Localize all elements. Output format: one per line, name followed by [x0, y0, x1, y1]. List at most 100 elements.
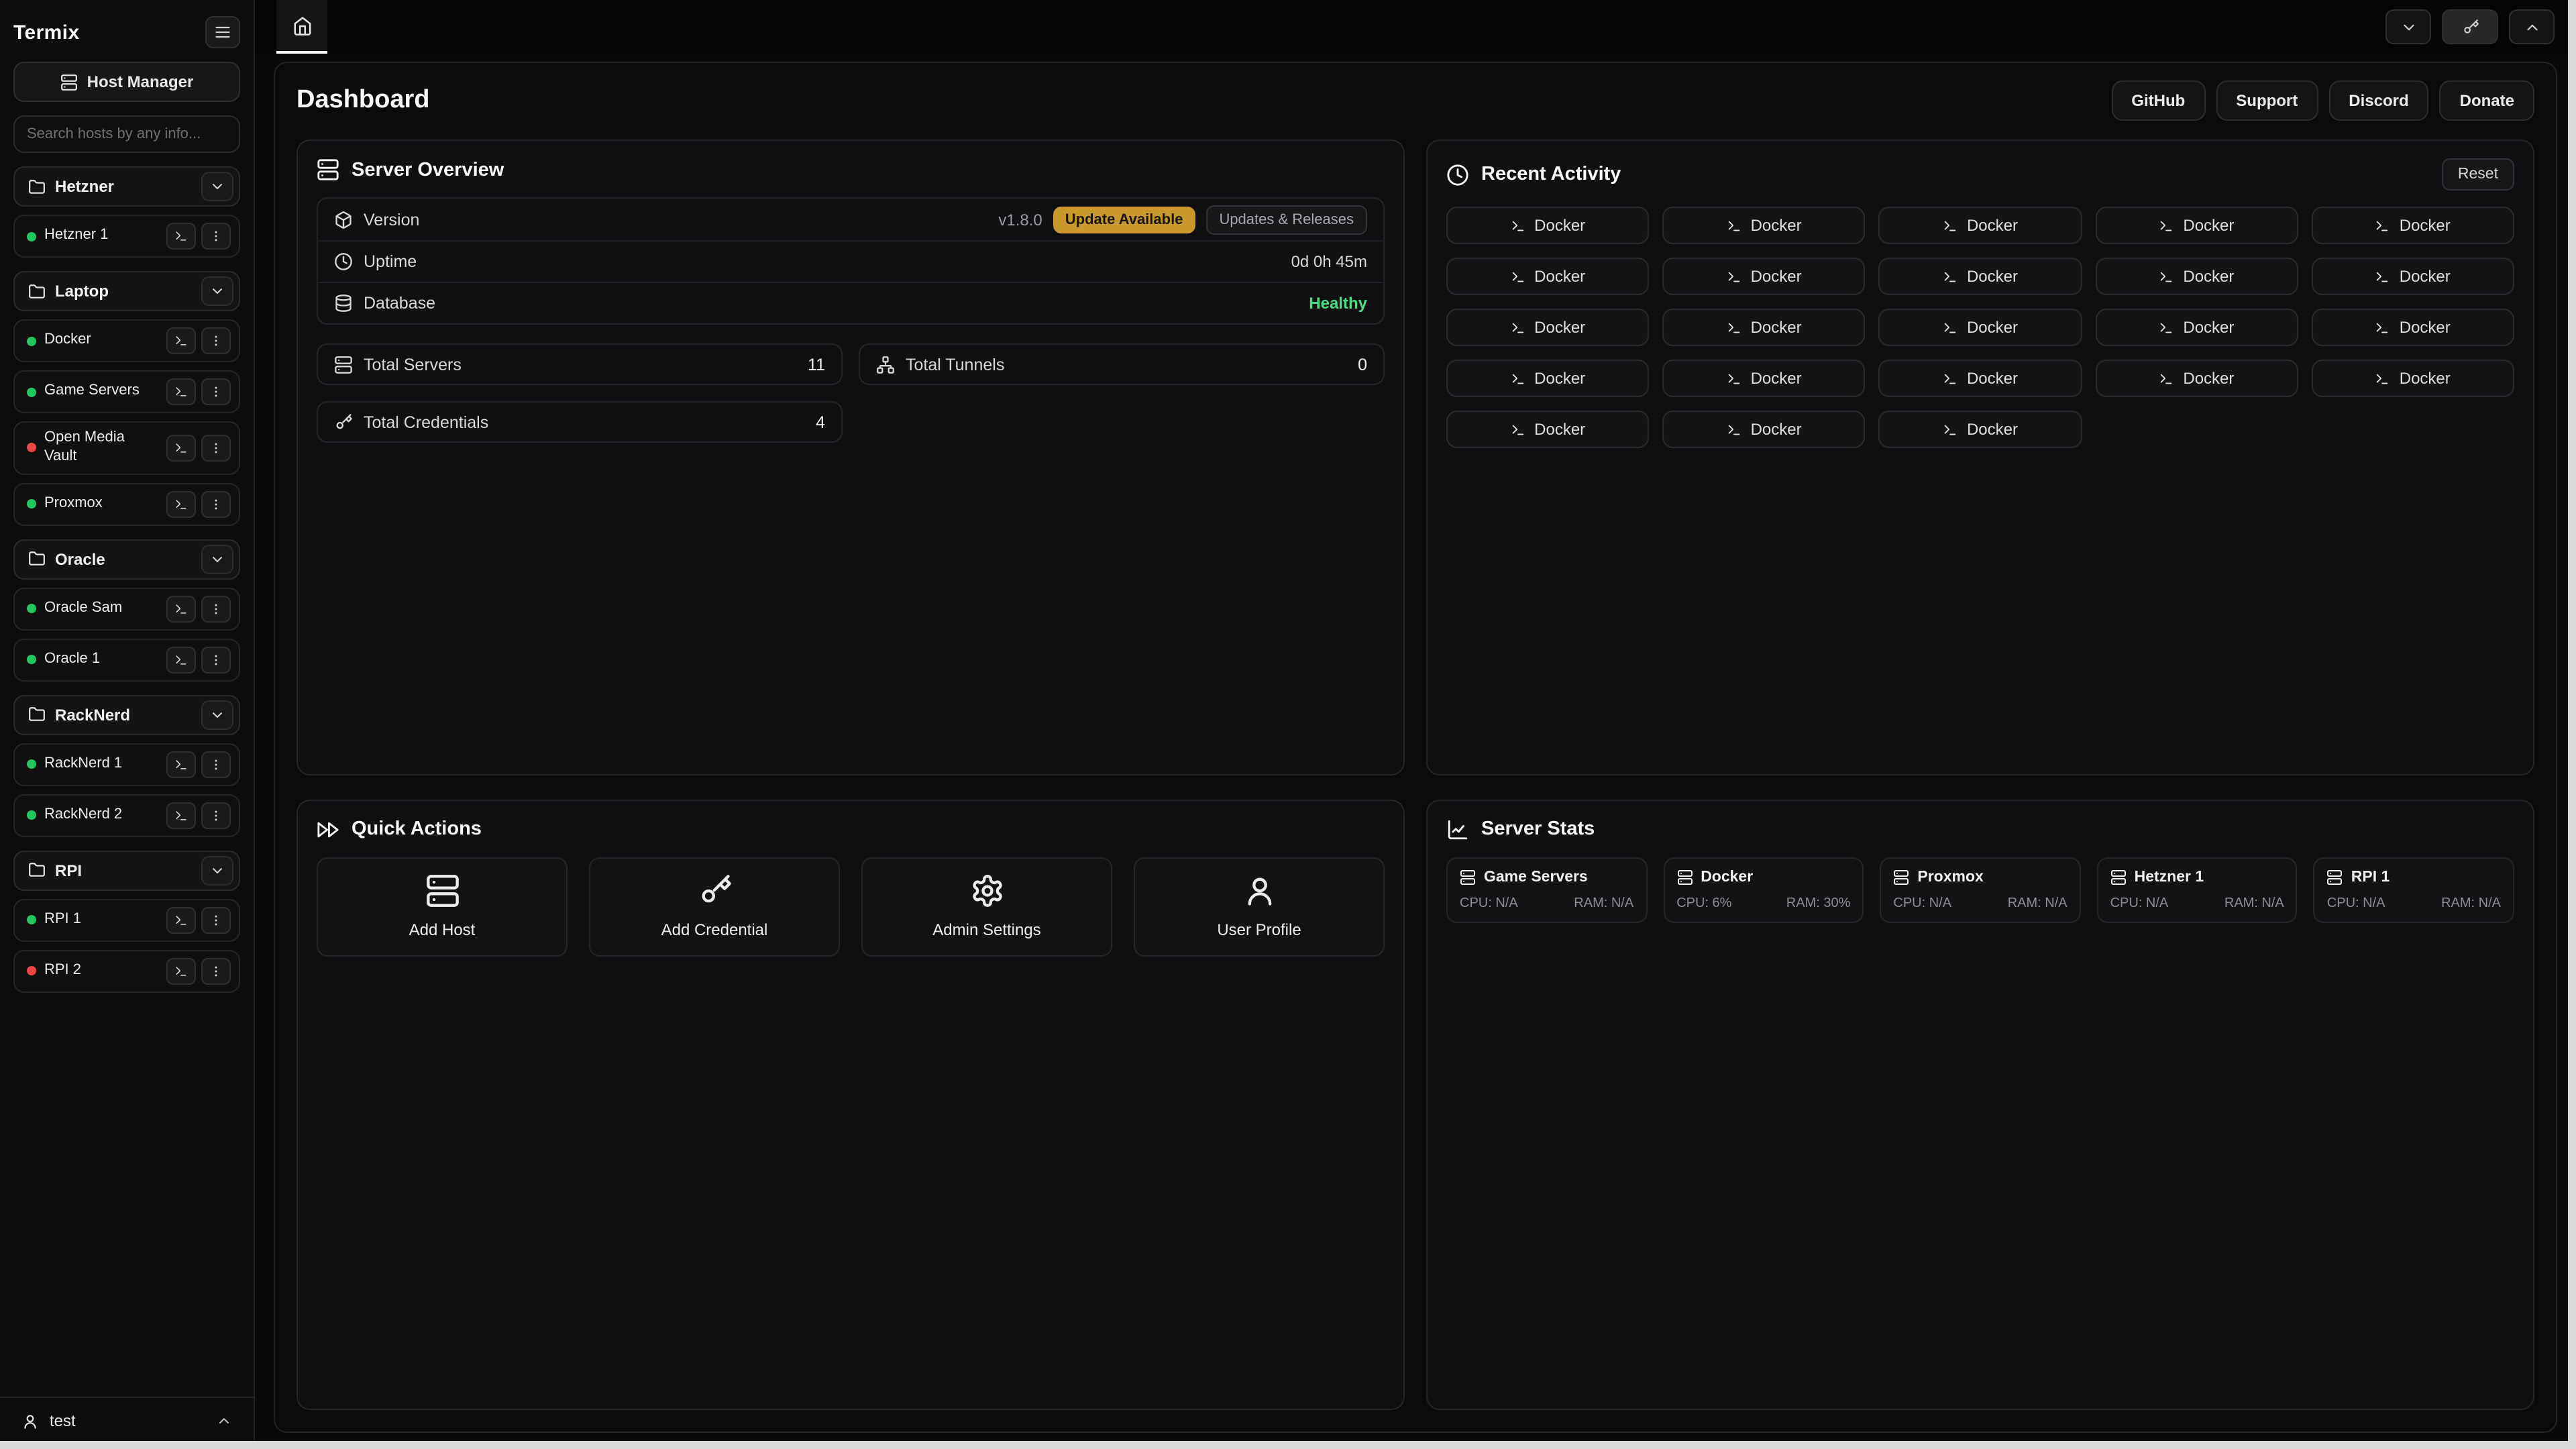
header-link-button[interactable]: Donate — [2440, 80, 2534, 121]
folder-collapse-button[interactable] — [201, 855, 233, 885]
host-item[interactable]: Oracle Sam — [13, 587, 240, 630]
add-host-button[interactable]: Add Host — [317, 857, 568, 956]
activity-item-button[interactable]: Docker — [1446, 411, 1649, 448]
host-item[interactable]: Docker — [13, 319, 240, 362]
activity-item-button[interactable]: Docker — [2312, 309, 2514, 346]
panel-header: Quick Actions — [317, 818, 1385, 841]
host-menu-button[interactable] — [201, 435, 231, 462]
activity-item-button[interactable]: Docker — [1662, 360, 1865, 397]
folder-header[interactable]: RPI — [13, 850, 240, 890]
activity-item-button[interactable]: Docker — [1662, 309, 1865, 346]
host-item[interactable]: Game Servers — [13, 370, 240, 413]
open-terminal-button[interactable] — [166, 802, 196, 828]
kebab-icon — [209, 757, 223, 771]
activity-item-label: Docker — [1751, 369, 1802, 388]
quick-actions-panel: Quick Actions Add Host Add Credential — [297, 799, 1405, 1410]
activity-item-button[interactable]: Docker — [1662, 411, 1865, 448]
host-item[interactable]: Oracle 1 — [13, 638, 240, 681]
host-item[interactable]: RPI 1 — [13, 898, 240, 941]
terminal-icon — [2159, 218, 2174, 233]
open-terminal-button[interactable] — [166, 435, 196, 462]
folder-header[interactable]: RackNerd — [13, 694, 240, 735]
host-menu-button[interactable] — [201, 223, 231, 250]
updates-releases-button[interactable]: Updates & Releases — [1205, 205, 1367, 234]
tab-scroll-down-button[interactable] — [2385, 9, 2431, 44]
activity-item-button[interactable]: Docker — [2095, 207, 2298, 244]
activity-item-button[interactable]: Docker — [1879, 309, 2082, 346]
host-menu-button[interactable] — [201, 751, 231, 777]
host-search-input[interactable] — [13, 115, 240, 153]
host-menu-button[interactable] — [201, 378, 231, 405]
activity-item-button[interactable]: Docker — [1662, 207, 1865, 244]
activity-item-label: Docker — [2400, 369, 2451, 388]
host-item[interactable]: Open Media Vault — [13, 421, 240, 474]
user-profile-button[interactable]: User Profile — [1134, 857, 1385, 956]
header-link-button[interactable]: Discord — [2328, 80, 2428, 121]
host-item[interactable]: RPI 2 — [13, 949, 240, 992]
activity-item-button[interactable]: Docker — [2095, 309, 2298, 346]
open-terminal-button[interactable] — [166, 751, 196, 777]
activity-item-button[interactable]: Docker — [2095, 360, 2298, 397]
activity-item-button[interactable]: Docker — [1879, 207, 2082, 244]
chevron-down-icon — [209, 178, 225, 195]
vertical-scrollbar[interactable] — [2568, 0, 2576, 1449]
tab-home[interactable] — [276, 0, 327, 54]
activity-item-label: Docker — [1751, 318, 1802, 337]
host-item[interactable]: Proxmox — [13, 482, 240, 525]
sidebar-menu-button[interactable] — [205, 16, 240, 48]
open-terminal-button[interactable] — [166, 646, 196, 673]
kebab-icon — [209, 334, 223, 347]
status-dot — [27, 443, 36, 453]
host-menu-button[interactable] — [201, 327, 231, 354]
activity-item-button[interactable]: Docker — [1879, 258, 2082, 295]
folder-collapse-button[interactable] — [201, 172, 233, 201]
host-item[interactable]: RackNerd 1 — [13, 743, 240, 786]
open-terminal-button[interactable] — [166, 490, 196, 517]
host-item[interactable]: RackNerd 2 — [13, 794, 240, 837]
activity-item-button[interactable]: Docker — [1879, 360, 2082, 397]
activity-item-button[interactable]: Docker — [1446, 309, 1649, 346]
terminal-icon — [174, 913, 188, 926]
reset-button[interactable]: Reset — [2442, 158, 2514, 191]
folder-name: RackNerd — [55, 705, 192, 724]
collapse-panel-button[interactable] — [2509, 9, 2555, 44]
header-link-button[interactable]: Support — [2216, 80, 2318, 121]
activity-item-button[interactable]: Docker — [1446, 207, 1649, 244]
host-menu-button[interactable] — [201, 906, 231, 933]
terminal-icon — [1510, 371, 1525, 386]
open-terminal-button[interactable] — [166, 595, 196, 622]
activity-item-button[interactable]: Docker — [1446, 360, 1649, 397]
open-terminal-button[interactable] — [166, 378, 196, 405]
admin-settings-button[interactable]: Admin Settings — [861, 857, 1112, 956]
folder-header[interactable]: Laptop — [13, 271, 240, 311]
activity-item-label: Docker — [2183, 369, 2234, 388]
horizontal-scrollbar[interactable] — [0, 1441, 2576, 1449]
folder-collapse-button[interactable] — [201, 700, 233, 729]
folder-collapse-button[interactable] — [201, 544, 233, 574]
activity-item-button[interactable]: Docker — [2312, 207, 2514, 244]
folder-header[interactable]: Hetzner — [13, 166, 240, 207]
host-menu-button[interactable] — [201, 646, 231, 673]
open-terminal-button[interactable] — [166, 957, 196, 984]
host-name: Oracle Sam — [44, 599, 158, 618]
activity-item-button[interactable]: Docker — [2095, 258, 2298, 295]
open-terminal-button[interactable] — [166, 327, 196, 354]
host-item[interactable]: Hetzner 1 — [13, 215, 240, 258]
activity-item-button[interactable]: Docker — [2312, 258, 2514, 295]
ssh-keys-button[interactable] — [2442, 9, 2498, 44]
host-menu-button[interactable] — [201, 490, 231, 517]
open-terminal-button[interactable] — [166, 223, 196, 250]
host-manager-button[interactable]: Host Manager — [13, 62, 240, 102]
activity-item-button[interactable]: Docker — [1662, 258, 1865, 295]
folder-collapse-button[interactable] — [201, 276, 233, 306]
host-menu-button[interactable] — [201, 957, 231, 984]
open-terminal-button[interactable] — [166, 906, 196, 933]
host-menu-button[interactable] — [201, 595, 231, 622]
add-credential-button[interactable]: Add Credential — [589, 857, 840, 956]
folder-header[interactable]: Oracle — [13, 539, 240, 579]
activity-item-button[interactable]: Docker — [1879, 411, 2082, 448]
activity-item-button[interactable]: Docker — [1446, 258, 1649, 295]
host-menu-button[interactable] — [201, 802, 231, 828]
header-link-button[interactable]: GitHub — [2111, 80, 2205, 121]
activity-item-button[interactable]: Docker — [2312, 360, 2514, 397]
